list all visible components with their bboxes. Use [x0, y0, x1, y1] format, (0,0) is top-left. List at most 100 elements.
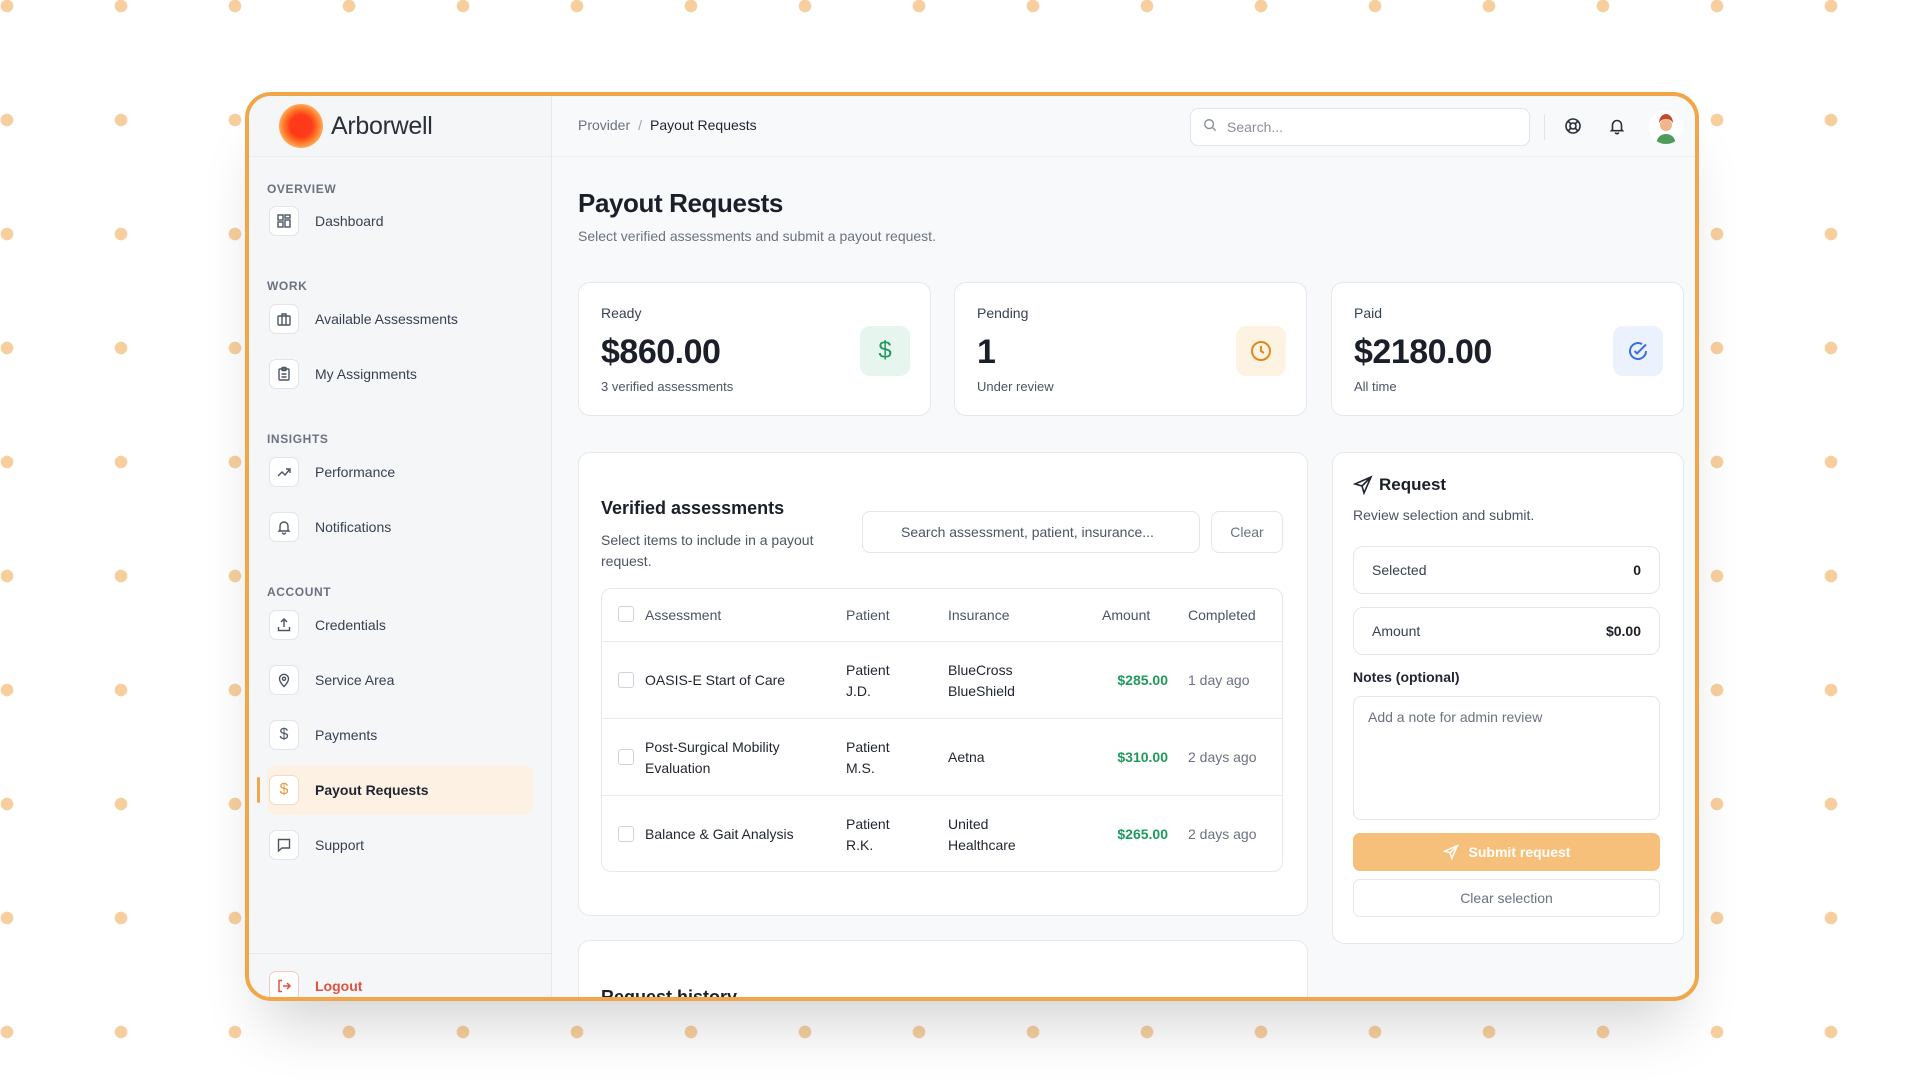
request-history-card: Request history: [578, 940, 1308, 1001]
stat-card-ready: Ready $860.00 3 verified assessments $: [578, 282, 931, 416]
stat-card-pending: Pending 1 Under review: [954, 282, 1307, 416]
sidebar-divider: [249, 953, 551, 954]
sidebar: Arborwell OVERVIEW Dashboard WORK Availa…: [249, 96, 552, 997]
page-subtitle: Select verified assessments and submit a…: [578, 228, 936, 244]
submit-request-button[interactable]: Submit request: [1353, 833, 1660, 871]
stat-title: Pending: [977, 305, 1029, 321]
cell-completed: 1 day ago: [1188, 672, 1250, 688]
stat-title: Ready: [601, 305, 642, 321]
avatar[interactable]: [1649, 110, 1683, 144]
map-pin-icon: [269, 665, 299, 695]
brand[interactable]: Arborwell: [249, 96, 551, 157]
column-header-amount[interactable]: Amount: [1102, 589, 1150, 641]
request-card: Request Review selection and submit. Sel…: [1332, 452, 1684, 944]
check-circle-icon: [1613, 326, 1663, 376]
cell-insurance: Aetna: [948, 749, 985, 765]
notes-label: Notes (optional): [1353, 669, 1460, 685]
table-row[interactable]: Post-Surgical Mobility Evaluation Patien…: [602, 718, 1282, 795]
clock-icon: [1236, 326, 1286, 376]
selected-value: 0: [1633, 562, 1641, 578]
stat-sub: 3 verified assessments: [601, 379, 734, 394]
column-header-patient[interactable]: Patient: [846, 589, 890, 641]
breadcrumb-current: Payout Requests: [650, 117, 757, 133]
section-work: WORK: [267, 279, 308, 293]
section-account: ACCOUNT: [267, 585, 332, 599]
column-header-completed[interactable]: Completed: [1188, 589, 1256, 641]
select-all-checkbox[interactable]: [618, 606, 634, 622]
logout-label: Logout: [315, 978, 363, 994]
search-input[interactable]: Search...: [1227, 119, 1283, 135]
sidebar-item-payout-requests[interactable]: $ Payout Requests: [267, 765, 533, 815]
selected-count-box: Selected 0: [1353, 546, 1660, 594]
cell-assessment: Post-Surgical Mobility Evaluation: [645, 739, 780, 776]
sidebar-item-payments[interactable]: $ Payments: [267, 710, 533, 760]
assessment-search-input[interactable]: Search assessment, patient, insurance...: [862, 511, 1200, 553]
app-window: Arborwell OVERVIEW Dashboard WORK Availa…: [245, 92, 1699, 1001]
sidebar-item-service-area[interactable]: Service Area: [267, 655, 533, 705]
clear-search-button[interactable]: Clear: [1211, 511, 1283, 553]
send-icon: [1352, 475, 1373, 500]
amount-label: Amount: [1372, 623, 1421, 639]
stat-value: $860.00: [601, 333, 721, 371]
section-insights: INSIGHTS: [267, 432, 329, 446]
sidebar-item-support[interactable]: Support: [267, 820, 533, 870]
cell-assessment: Balance & Gait Analysis: [645, 826, 794, 842]
sidebar-item-my-assignments[interactable]: My Assignments: [267, 349, 533, 399]
row-checkbox[interactable]: [618, 749, 634, 765]
dollar-icon: $: [860, 326, 910, 376]
help-lifebuoy-icon[interactable]: [1564, 117, 1582, 140]
sidebar-item-label: Credentials: [315, 617, 386, 633]
request-subtitle: Review selection and submit.: [1353, 507, 1535, 523]
cell-amount: $285.00: [1117, 672, 1168, 688]
cell-insurance: United Healthcare: [948, 816, 1016, 853]
search-icon: [1203, 118, 1217, 137]
clear-selection-button[interactable]: Clear selection: [1353, 879, 1660, 917]
sidebar-item-notifications[interactable]: Notifications: [267, 502, 533, 552]
bell-icon: [269, 512, 299, 542]
send-icon: [1442, 844, 1459, 860]
sidebar-item-credentials[interactable]: Credentials: [267, 600, 533, 650]
section-overview: OVERVIEW: [267, 182, 337, 196]
sidebar-item-label: My Assignments: [315, 366, 417, 382]
bell-icon[interactable]: [1608, 117, 1626, 140]
topbar: Provider / Payout Requests Search...: [552, 96, 1695, 157]
row-checkbox[interactable]: [618, 672, 634, 688]
sidebar-item-label: Available Assessments: [315, 311, 458, 327]
row-checkbox[interactable]: [618, 826, 634, 842]
stat-card-paid: Paid $2180.00 All time: [1331, 282, 1684, 416]
page-title: Payout Requests: [578, 188, 783, 218]
sidebar-item-label: Support: [315, 837, 365, 853]
dashboard-grid-icon: [269, 206, 299, 236]
sidebar-item-label: Notifications: [315, 519, 392, 535]
table-row[interactable]: Balance & Gait Analysis Patient R.K. Uni…: [602, 795, 1282, 871]
sidebar-item-dashboard[interactable]: Dashboard: [267, 196, 533, 246]
cell-patient: Patient J.D.: [846, 662, 890, 699]
cell-patient: Patient M.S.: [846, 739, 890, 776]
cell-completed: 2 days ago: [1188, 826, 1257, 842]
notes-textarea[interactable]: Add a note for admin review: [1353, 696, 1660, 820]
dollar-icon: $: [269, 775, 299, 805]
breadcrumb-provider[interactable]: Provider: [578, 117, 630, 133]
assessments-table: Assessment Patient Insurance Amount Comp…: [601, 588, 1283, 872]
request-title: Request: [1379, 475, 1447, 494]
cell-insurance: BlueCross BlueShield: [948, 662, 1015, 699]
stat-value: $2180.00: [1354, 333, 1492, 371]
global-search[interactable]: Search...: [1190, 108, 1530, 146]
topbar-divider: [1544, 114, 1545, 140]
cell-patient: Patient R.K.: [846, 816, 890, 853]
request-history-title: Request history: [601, 987, 738, 1001]
brand-logo: [279, 104, 323, 148]
logout-button[interactable]: Logout: [267, 961, 533, 997]
column-header-insurance[interactable]: Insurance: [948, 589, 1009, 641]
column-header-assessment[interactable]: Assessment: [645, 589, 721, 641]
stat-value: 1: [977, 333, 996, 371]
selected-label: Selected: [1372, 562, 1427, 578]
stat-sub: All time: [1354, 379, 1397, 394]
message-square-icon: [269, 830, 299, 860]
table-row[interactable]: OASIS-E Start of Care Patient J.D. BlueC…: [602, 641, 1282, 718]
sidebar-item-performance[interactable]: Performance: [267, 447, 533, 497]
stat-sub: Under review: [977, 379, 1054, 394]
sidebar-item-available-assessments[interactable]: Available Assessments: [267, 294, 533, 344]
sidebar-item-label: Payout Requests: [315, 782, 429, 798]
amount-box: Amount $0.00: [1353, 607, 1660, 655]
